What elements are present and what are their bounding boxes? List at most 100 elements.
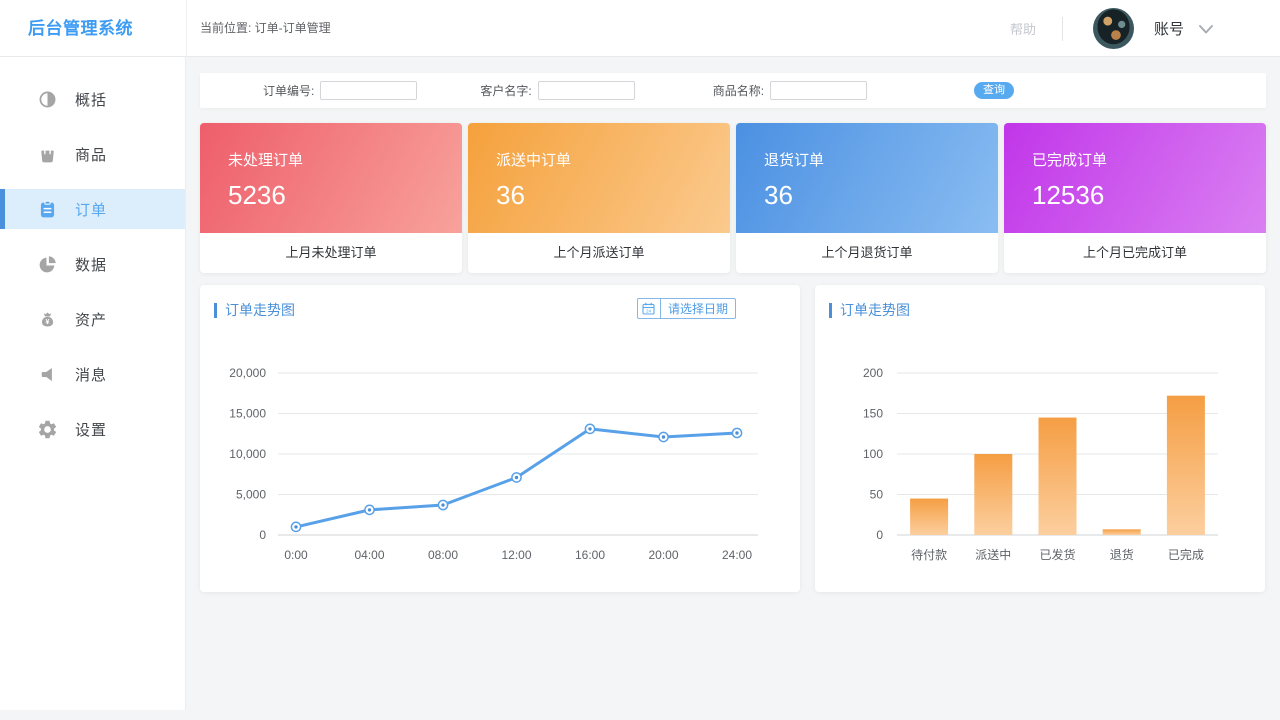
stat-card-top: 退货订单 36 xyxy=(736,123,998,233)
calendar-icon: 24 xyxy=(638,299,661,318)
svg-text:15,000: 15,000 xyxy=(229,407,266,421)
stat-cards-row: 未处理订单 5236 上月未处理订单 派送中订单 36 上个月派送订单 退货订单… xyxy=(200,123,1266,273)
order-filter-bar: 订单编号: 客户名字: 商品名称: 查询 xyxy=(200,73,1266,108)
svg-text:已发货: 已发货 xyxy=(1039,547,1075,562)
order-trend-line-chart: 0 5,000 10,000 15,000 20,000 0:00 04:00 08:00 12… xyxy=(210,335,790,575)
svg-text:退货: 退货 xyxy=(1110,547,1134,562)
sidebar-item-label: 资产 xyxy=(75,309,107,330)
stat-card-footer: 上个月已完成订单 xyxy=(1004,233,1266,273)
chart-title: 订单走势图 xyxy=(214,300,295,320)
shopping-bag-icon xyxy=(36,143,58,165)
sidebar-item-data[interactable]: 数据 xyxy=(0,244,185,284)
customer-name-label: 客户名字: xyxy=(480,82,531,99)
svg-text:已完成: 已完成 xyxy=(1168,547,1204,562)
title-accent-bar xyxy=(829,303,832,318)
svg-text:16:00: 16:00 xyxy=(575,548,605,562)
svg-text:¥: ¥ xyxy=(45,319,49,326)
speaker-icon xyxy=(36,363,58,385)
svg-text:150: 150 xyxy=(863,407,883,421)
app-logo: 后台管理系统 xyxy=(28,0,133,57)
filter-group-customer-name: 客户名字: xyxy=(480,81,634,100)
svg-text:04:00: 04:00 xyxy=(354,548,384,562)
svg-text:20,000: 20,000 xyxy=(229,366,266,380)
stat-card-title: 已完成订单 xyxy=(1032,149,1266,170)
pie-chart-icon xyxy=(36,253,58,275)
svg-text:24:00: 24:00 xyxy=(722,548,752,562)
order-trend-bar-card: 订单走势图 0 50 100 150 200 待付款 派送中 已发货 退货 已完成 xyxy=(815,285,1265,592)
breadcrumb: 当前位置: 订单-订单管理 xyxy=(200,0,331,57)
clipboard-icon xyxy=(36,198,58,220)
sidebar-item-messages[interactable]: 消息 xyxy=(0,354,185,394)
date-picker[interactable]: 24 请选择日期 xyxy=(637,298,736,319)
product-name-label: 商品名称: xyxy=(713,82,764,99)
search-button[interactable]: 查询 xyxy=(974,82,1014,99)
svg-text:50: 50 xyxy=(870,488,884,502)
sidebar-item-products[interactable]: 商品 xyxy=(0,134,185,174)
sidebar-item-label: 消息 xyxy=(75,364,107,385)
sidebar-item-orders[interactable]: 订单 xyxy=(0,189,185,229)
filter-group-product-name: 商品名称: xyxy=(713,81,867,100)
filter-group-order-number: 订单编号: xyxy=(263,81,417,100)
svg-text:派送中: 派送中 xyxy=(975,547,1011,562)
contrast-icon xyxy=(36,88,58,110)
stat-card-top: 已完成订单 12536 xyxy=(1004,123,1266,233)
svg-text:0: 0 xyxy=(876,528,883,542)
customer-name-input[interactable] xyxy=(538,81,635,100)
header-vertical-divider xyxy=(1062,17,1063,41)
chart-title: 订单走势图 xyxy=(829,300,910,320)
help-link[interactable]: 帮助 xyxy=(1010,19,1036,38)
stat-card-footer: 上月未处理订单 xyxy=(200,233,462,273)
stat-card-value: 36 xyxy=(496,180,730,211)
header-actions: 帮助 账号 xyxy=(1010,0,1214,57)
stat-card-title: 派送中订单 xyxy=(496,149,730,170)
svg-text:24: 24 xyxy=(646,309,652,314)
svg-text:200: 200 xyxy=(863,366,883,380)
stat-card-delivering: 派送中订单 36 上个月派送订单 xyxy=(468,123,730,273)
svg-text:10,000: 10,000 xyxy=(229,447,266,461)
order-number-label: 订单编号: xyxy=(263,82,314,99)
stat-card-unprocessed: 未处理订单 5236 上月未处理订单 xyxy=(200,123,462,273)
sidebar-item-settings[interactable]: 设置 xyxy=(0,409,185,449)
sidebar-item-label: 订单 xyxy=(75,199,107,220)
sidebar-item-assets[interactable]: ¥ 资产 xyxy=(0,299,185,339)
stat-card-footer: 上个月派送订单 xyxy=(468,233,730,273)
sidebar: 概括 商品 订单 数据 ¥ 资产 消息 设置 xyxy=(0,57,186,710)
date-picker-placeholder: 请选择日期 xyxy=(661,300,735,317)
money-bag-icon: ¥ xyxy=(36,308,58,330)
stat-card-value: 36 xyxy=(764,180,998,211)
svg-text:08:00: 08:00 xyxy=(428,548,458,562)
svg-text:待付款: 待付款 xyxy=(911,548,947,562)
top-bar: 后台管理系统 当前位置: 订单-订单管理 帮助 账号 xyxy=(0,0,1280,57)
title-accent-bar xyxy=(214,303,217,318)
header-divider xyxy=(186,0,187,57)
svg-text:0: 0 xyxy=(259,528,266,542)
stat-card-returns: 退货订单 36 上个月退货订单 xyxy=(736,123,998,273)
stat-card-value: 5236 xyxy=(228,180,462,211)
order-trend-line-card: 订单走势图 24 请选择日期 05,00010,00015,00020,0000… xyxy=(200,285,800,592)
stat-card-title: 退货订单 xyxy=(764,149,998,170)
user-avatar[interactable] xyxy=(1093,8,1134,49)
svg-text:100: 100 xyxy=(863,447,883,461)
sidebar-item-label: 概括 xyxy=(75,89,107,110)
product-name-input[interactable] xyxy=(770,81,867,100)
account-label[interactable]: 账号 xyxy=(1154,18,1184,39)
sidebar-item-label: 商品 xyxy=(75,144,107,165)
stat-card-value: 12536 xyxy=(1032,180,1266,211)
sidebar-item-label: 设置 xyxy=(75,419,107,440)
svg-text:12:00: 12:00 xyxy=(501,548,531,562)
svg-text:5,000: 5,000 xyxy=(236,488,266,502)
order-status-bar-chart: 0 50 100 150 200 待付款 派送中 已发货 退货 已完成 xyxy=(825,335,1255,575)
chart-title-text: 订单走势图 xyxy=(225,300,295,320)
gear-icon xyxy=(36,418,58,440)
chevron-down-icon[interactable] xyxy=(1198,23,1214,35)
svg-text:0:00: 0:00 xyxy=(284,548,308,562)
chart-title-text: 订单走势图 xyxy=(840,300,910,320)
order-number-input[interactable] xyxy=(320,81,417,100)
stat-card-footer: 上个月退货订单 xyxy=(736,233,998,273)
stat-card-top: 派送中订单 36 xyxy=(468,123,730,233)
stat-card-title: 未处理订单 xyxy=(228,149,462,170)
svg-text:20:00: 20:00 xyxy=(648,548,678,562)
sidebar-item-overview[interactable]: 概括 xyxy=(0,79,185,119)
stat-card-top: 未处理订单 5236 xyxy=(200,123,462,233)
sidebar-item-label: 数据 xyxy=(75,254,107,275)
